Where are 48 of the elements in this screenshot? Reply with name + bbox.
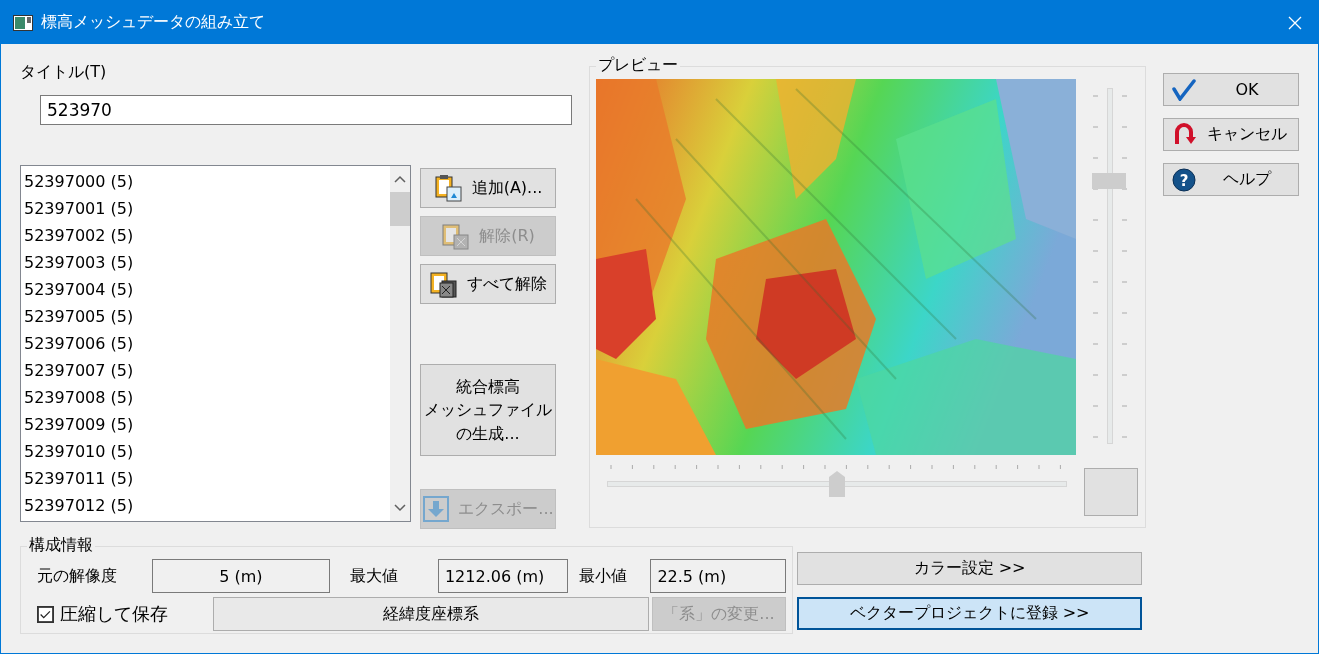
list-item[interactable]: 52397011 (5) — [21, 465, 390, 492]
list-item[interactable]: 52397007 (5) — [21, 357, 390, 384]
list-item[interactable]: 52397010 (5) — [21, 438, 390, 465]
app-icon — [13, 14, 33, 31]
help-button[interactable]: ? ヘルプ — [1163, 163, 1299, 196]
min-label: 最小値 — [578, 565, 628, 587]
list-item[interactable]: 52397004 (5) — [21, 276, 390, 303]
help-icon: ? — [1172, 167, 1196, 192]
max-label: 最大値 — [350, 565, 400, 587]
cancel-button[interactable]: キャンセル — [1163, 118, 1299, 151]
clipboard-icon — [429, 269, 459, 299]
close-icon — [1288, 15, 1302, 30]
list-item[interactable]: 52397001 (5) — [21, 195, 390, 222]
compress-checkbox[interactable]: 圧縮して保存 — [37, 602, 213, 626]
color-swatch[interactable] — [1084, 468, 1138, 516]
register-project-button[interactable]: ベクタープロジェクトに登録 >> — [797, 597, 1142, 630]
list-item[interactable]: 52397012 (5) — [21, 492, 390, 519]
slider-thumb[interactable] — [1092, 172, 1126, 189]
mesh-list[interactable]: 52397000 (5) 52397001 (5) 52397002 (5) 52397003 (5) 52397004 (5) 52397005 (5) 52397006 (5) 52397007 (5) 52397008 (5) 52397009 (5) 52397010 (5) 52397011 (5) 52397012 (5) — [20, 165, 411, 522]
max-field: 1212.06 (m) — [437, 559, 568, 593]
add-button[interactable]: 追加(A)... — [420, 168, 556, 208]
clipboard-icon — [441, 221, 472, 251]
list-item[interactable]: 52397002 (5) — [21, 222, 390, 249]
list-item[interactable]: 52397008 (5) — [21, 384, 390, 411]
title-field[interactable]: 523970 — [40, 95, 572, 125]
coordinate-system-field: 経緯度座標系 — [213, 597, 649, 631]
list-item[interactable]: 52397000 (5) — [21, 168, 390, 195]
scrollbar[interactable] — [390, 166, 410, 521]
checkmark-icon — [1172, 78, 1196, 101]
clipboard-icon — [433, 173, 464, 203]
remove-all-button[interactable]: すべて解除 — [420, 264, 556, 304]
scroll-thumb[interactable] — [390, 192, 410, 226]
list-item[interactable]: 52397006 (5) — [21, 330, 390, 357]
list-item[interactable]: 52397003 (5) — [21, 249, 390, 276]
checkbox-icon[interactable] — [37, 605, 54, 623]
download-icon — [422, 495, 451, 523]
resolution-field: 5 (m) — [151, 559, 331, 593]
color-settings-button[interactable]: カラー設定 >> — [797, 552, 1142, 585]
min-field: 22.5 (m) — [650, 559, 786, 593]
list-item[interactable]: 52397009 (5) — [21, 411, 390, 438]
slider-thumb[interactable] — [829, 471, 845, 497]
info-label: 構成情報 — [27, 535, 95, 556]
resolution-label: 元の解像度 — [37, 565, 118, 587]
generate-button[interactable]: 統合標高 メッシュファイル の生成... — [420, 364, 556, 456]
ok-button[interactable]: OK — [1163, 73, 1299, 106]
list-item[interactable]: 52397005 (5) — [21, 303, 390, 330]
window-title: 標高メッシュデータの組み立て — [41, 12, 266, 33]
title-label: タイトル(T) — [20, 62, 108, 83]
